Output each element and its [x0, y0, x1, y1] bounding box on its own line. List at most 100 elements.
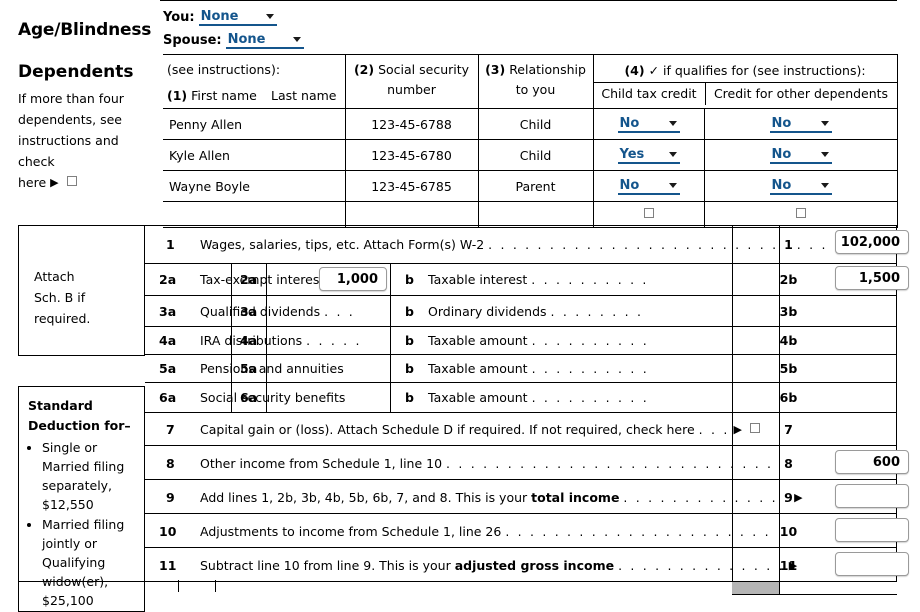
col3-line1: Relationship	[509, 62, 586, 77]
line-10-amount-input[interactable]	[835, 518, 909, 542]
attach-line3: required.	[34, 311, 91, 326]
income-line-9: 9 Add lines 1, 2b, 3b, 4b, 5b, 6b, 7, an…	[145, 479, 909, 513]
arrow-right-icon: ▶	[50, 176, 59, 189]
line-number: 2a	[159, 272, 177, 287]
line-2a-amount-input[interactable]	[319, 267, 387, 291]
sub-line-text: Taxable interest . . . . . . . . . .	[428, 272, 649, 287]
income-line-11: 11 Subtract line 10 from line 9. This is…	[145, 547, 909, 581]
line-ref: 9	[784, 490, 793, 505]
dependent-relationship: Parent	[477, 170, 594, 202]
table-row: Penny Allen 123-45-6788 Child No No	[163, 108, 898, 140]
dependent-name: Penny Allen	[163, 108, 346, 140]
sub-line-text: Ordinary dividends . . . . . . . .	[428, 304, 644, 319]
line-ref: 8	[784, 456, 793, 471]
dependent-ssn	[344, 201, 479, 228]
line-9-amount-input[interactable]	[835, 484, 909, 508]
line-text: Subtract line 10 from line 9. This is yo…	[200, 558, 798, 573]
sub-line-ref: 5a	[240, 361, 258, 376]
line-number: 10	[159, 524, 177, 539]
you-select[interactable]: None	[198, 9, 277, 26]
dependent-name	[163, 201, 346, 228]
dependent-relationship: Child	[477, 139, 594, 171]
chevron-down-icon	[820, 152, 829, 157]
section-divider-top	[160, 0, 897, 1]
col2-line2: number	[387, 82, 436, 97]
col4-number: (4)	[624, 62, 645, 78]
line-9-emphasis: total income	[531, 490, 620, 505]
line-number: 7	[166, 422, 175, 437]
line-text: Wages, salaries, tips, etc. Attach Form(…	[200, 237, 841, 252]
child-tax-credit-value: No	[619, 178, 640, 193]
more-dependents-checkbox[interactable]	[66, 176, 77, 186]
line-8-amount-input[interactable]	[835, 450, 909, 474]
line-number: 5a	[159, 361, 177, 376]
other-dependents-checkbox[interactable]	[795, 208, 806, 218]
child-tax-credit-cell: No	[592, 170, 705, 202]
tick-mark	[178, 580, 179, 592]
table-row	[163, 201, 898, 228]
child-tax-credit-checkbox[interactable]	[643, 208, 654, 218]
qualifies-header: (4) ✓ if qualifies for (see instructions…	[592, 54, 898, 109]
dependent-name: Kyle Allen	[163, 139, 346, 171]
other-dependents-select[interactable]: No	[769, 147, 832, 164]
age-blindness-spouse-row: Spouse: None	[163, 32, 304, 49]
line-ref: 10	[779, 524, 798, 539]
line-11-amount-input[interactable]	[835, 552, 909, 576]
line-ref: 7	[784, 422, 793, 437]
sub-letter: b	[405, 390, 414, 405]
other-dependents-select[interactable]: No	[769, 116, 832, 133]
line-1-amount-input[interactable]	[835, 230, 909, 254]
income-line-6: 6a Social security benefits 6a b Taxable…	[145, 382, 897, 412]
dependent-relationship	[477, 201, 594, 228]
sub-line-ref: 2a	[240, 272, 258, 287]
line-number: 4a	[159, 333, 177, 348]
dependents-header-row: (see instructions): (1) First name Last …	[163, 54, 898, 109]
standard-deduction-heading-2: Deduction for–	[28, 418, 131, 433]
other-dependents-value: No	[771, 147, 792, 162]
income-rule-bottom	[732, 594, 897, 595]
grey-spacer-cell	[732, 582, 779, 594]
form-1040-page: Age/Blindness You: None Spouse: None Dep…	[0, 0, 920, 612]
chevron-down-icon	[668, 183, 677, 188]
see-instructions-label: (see instructions):	[167, 62, 281, 77]
line-ref: 11	[779, 558, 798, 573]
dependents-note-line4: here ▶	[18, 172, 158, 193]
sub-line-ref: 6a	[240, 390, 258, 405]
chevron-down-icon	[820, 183, 829, 188]
line-text: Social security benefits	[200, 390, 346, 405]
child-tax-credit-select[interactable]: No	[617, 178, 680, 195]
arrow-right-icon: ▶	[733, 423, 742, 436]
income-line-4: 4a IRA distributions . . . . . 4a b Taxa…	[145, 326, 897, 354]
name-subheader: (1) First name Last name	[167, 88, 345, 103]
line-number: 1	[166, 237, 175, 252]
attach-schedule-b-box: Attach Sch. B if required.	[18, 225, 145, 356]
sub-letter: b	[405, 361, 414, 376]
col2-line1: Social security	[378, 62, 470, 77]
line-text: Pensions and annuities	[200, 361, 344, 376]
line-2b-amount-input[interactable]	[835, 266, 909, 290]
child-tax-credit-cell: Yes	[592, 139, 705, 171]
line-ref: 5b	[779, 361, 798, 376]
other-dependents-select[interactable]: No	[769, 178, 832, 195]
ssn-header: (2) Social security number	[344, 54, 479, 109]
dependents-title: Dependents	[18, 62, 134, 82]
chevron-down-icon	[292, 37, 301, 42]
dependents-note-line2: dependents, see	[18, 112, 122, 127]
dependent-name: Wayne Boyle	[163, 170, 346, 202]
income-line-5: 5a Pensions and annuities 5a b Taxable a…	[145, 354, 897, 382]
income-line-7: 7 Capital gain or (loss). Attach Schedul…	[145, 412, 897, 445]
attach-line2: Sch. B if	[34, 290, 86, 305]
spouse-select[interactable]: None	[225, 32, 304, 49]
dependents-name-header: (see instructions): (1) First name Last …	[163, 54, 346, 109]
standard-deduction-list: Single or Married filing separately, $12…	[28, 438, 138, 610]
other-dependents-value: No	[771, 178, 792, 193]
child-tax-credit-select[interactable]: No	[617, 116, 680, 133]
dependents-note: If more than four dependents, see instru…	[18, 88, 158, 193]
line-7-checkbox[interactable]	[749, 423, 760, 433]
dependent-ssn: 123-45-6780	[344, 139, 479, 171]
col4-check-label: ✓ if qualifies for (see instructions):	[648, 62, 866, 78]
child-tax-credit-select[interactable]: Yes	[617, 147, 680, 164]
chevron-down-icon	[265, 14, 274, 19]
relationship-header: (3) Relationship to you	[477, 54, 594, 109]
chevron-down-icon	[668, 121, 677, 126]
